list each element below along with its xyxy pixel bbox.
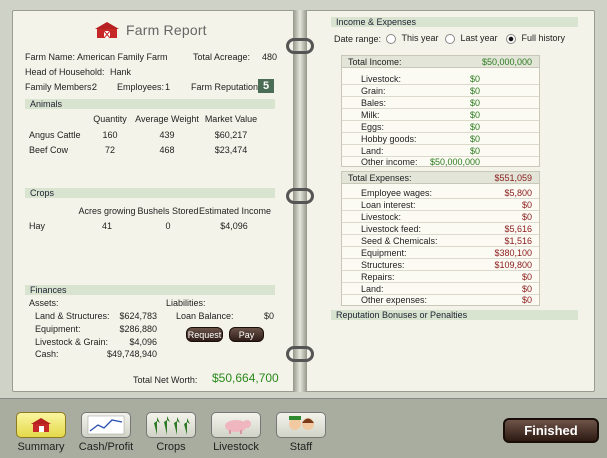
crop-row-acres: 41 [101, 221, 112, 231]
page-title: Farm Report [126, 22, 207, 38]
tab-crops[interactable] [146, 412, 196, 438]
crops-col-bushels: Bushels Stored [137, 206, 199, 216]
income-table: Total Income: $50,000,000 Livestock: $0 G… [341, 55, 540, 167]
acreage-label: Total Acreage: [193, 52, 251, 62]
pay-loan-button[interactable]: Pay [229, 327, 264, 342]
net-worth-value: $50,664,700 [212, 371, 279, 385]
animals-col-value: Market Value [204, 114, 258, 124]
animal-row-name: Beef Cow [29, 145, 69, 155]
binder-ring-icon [286, 38, 314, 54]
head-label: Head of Household: [25, 67, 105, 77]
asset-label: Land & Structures: [35, 311, 110, 321]
tab-summary-label[interactable]: Summary [6, 441, 76, 453]
tab-summary[interactable] [16, 412, 66, 438]
tab-livestock[interactable] [211, 412, 261, 438]
animals-col-quantity: Quantity [93, 114, 127, 124]
asset-value: $286,880 [119, 324, 157, 334]
tab-staff[interactable] [276, 412, 326, 438]
date-range-full-history[interactable]: Full history [506, 33, 565, 44]
reputation-badge: 5 [258, 79, 274, 93]
expense-row: Structures: $109,800 [342, 259, 539, 271]
net-worth-label: Total Net Worth: [133, 375, 198, 385]
animal-row-value: $60,217 [214, 130, 248, 140]
staff-people-icon [289, 416, 314, 430]
tab-cash-profit-label[interactable]: Cash/Profit [71, 441, 141, 453]
request-loan-button[interactable]: Request [186, 327, 223, 342]
animal-row-value: $23,474 [214, 145, 248, 155]
animal-row-quantity: 160 [102, 130, 118, 140]
tab-crops-label[interactable]: Crops [136, 441, 206, 453]
loan-balance-value: $0 [263, 311, 274, 321]
animal-row-quantity: 72 [104, 145, 115, 155]
income-row: Eggs: $0 [342, 121, 539, 133]
total-expenses-row: Total Expenses: $551,059 [342, 172, 539, 184]
animal-row-weight: 439 [159, 130, 175, 140]
radio-icon[interactable] [445, 33, 455, 44]
employees-value: 1 [165, 82, 171, 92]
acreage-value: 480 [262, 52, 278, 62]
crops-col-income: Estimated Income [199, 206, 272, 216]
crops-col-acres: Acres growing [78, 206, 136, 216]
farm-name-label: Farm Name: [25, 52, 76, 62]
members-label: Family Members: [25, 82, 95, 92]
tab-livestock-label[interactable]: Livestock [201, 441, 271, 453]
farm-name-value: American Family Farm [77, 52, 168, 62]
crop-row-income: $4,096 [220, 221, 248, 231]
finished-button[interactable]: Finished [503, 418, 599, 443]
line-graph-icon [87, 415, 125, 435]
finances-section-header: Finances [25, 285, 275, 295]
income-expenses-header: Income & Expenses [331, 17, 578, 27]
binder-ring-icon [286, 188, 314, 204]
animals-col-weight: Average Weight [135, 114, 199, 124]
tab-staff-label[interactable]: Staff [266, 441, 336, 453]
animals-section-header: Animals [25, 99, 275, 109]
expense-table: Total Expenses: $551,059 Employee wages:… [341, 171, 540, 306]
assets-label: Assets: [29, 298, 59, 308]
head-value: Hank [110, 67, 132, 77]
expense-row: Other expenses: $0 [361, 295, 532, 305]
asset-value: $49,748,940 [106, 349, 157, 359]
income-row: Hobby goods: $0 [342, 133, 539, 145]
reputation-section-header: Reputation Bonuses or Penalties [331, 310, 578, 320]
binder-ring-icon [286, 346, 314, 362]
income-row: Other income: $50,000,000 [361, 157, 480, 167]
expense-row: Employee wages: $5,800 [342, 187, 539, 199]
crop-row-name: Hay [29, 221, 46, 231]
loan-balance-label: Loan Balance: [176, 311, 234, 321]
asset-label: Livestock & Grain: [35, 337, 109, 347]
income-row: Bales: $0 [342, 97, 539, 109]
expense-row: Livestock: $0 [342, 211, 539, 223]
barn-icon [31, 418, 51, 432]
crop-row-bushels: 0 [165, 221, 171, 231]
reputation-label: Farm Reputation: [191, 82, 261, 92]
date-range-this-year[interactable]: This year [386, 33, 439, 44]
date-range-last-year[interactable]: Last year [445, 33, 498, 44]
asset-value: $624,783 [119, 311, 157, 321]
asset-value: $4,096 [129, 337, 157, 347]
radio-icon[interactable] [386, 33, 396, 44]
crop-stalks-icon [154, 416, 190, 435]
income-row: Livestock: $0 [342, 73, 539, 85]
crops-section-header: Crops [25, 188, 275, 198]
income-row: Grain: $0 [342, 85, 539, 97]
tab-cash-profit[interactable] [81, 412, 131, 438]
asset-label: Equipment: [35, 324, 81, 334]
income-row: Milk: $0 [342, 109, 539, 121]
expense-row: Equipment: $380,100 [342, 247, 539, 259]
radio-selected-icon[interactable] [506, 33, 516, 44]
expense-row: Repairs: $0 [342, 271, 539, 283]
expense-row: Loan interest: $0 [342, 199, 539, 211]
employees-label: Employees: [117, 82, 165, 92]
expense-row: Seed & Chemicals: $1,516 [342, 235, 539, 247]
members-value: 2 [92, 82, 98, 92]
liabilities-label: Liabilities: [166, 298, 206, 308]
animal-row-name: Angus Cattle [29, 130, 81, 140]
total-income-row: Total Income: $50,000,000 [342, 56, 539, 68]
date-range-label: Date range: [334, 34, 382, 44]
asset-label: Cash: [35, 349, 59, 359]
pig-icon [225, 420, 251, 434]
animal-row-weight: 468 [159, 145, 175, 155]
expense-row: Livestock feed: $5,616 [342, 223, 539, 235]
barn-icon [95, 22, 119, 39]
